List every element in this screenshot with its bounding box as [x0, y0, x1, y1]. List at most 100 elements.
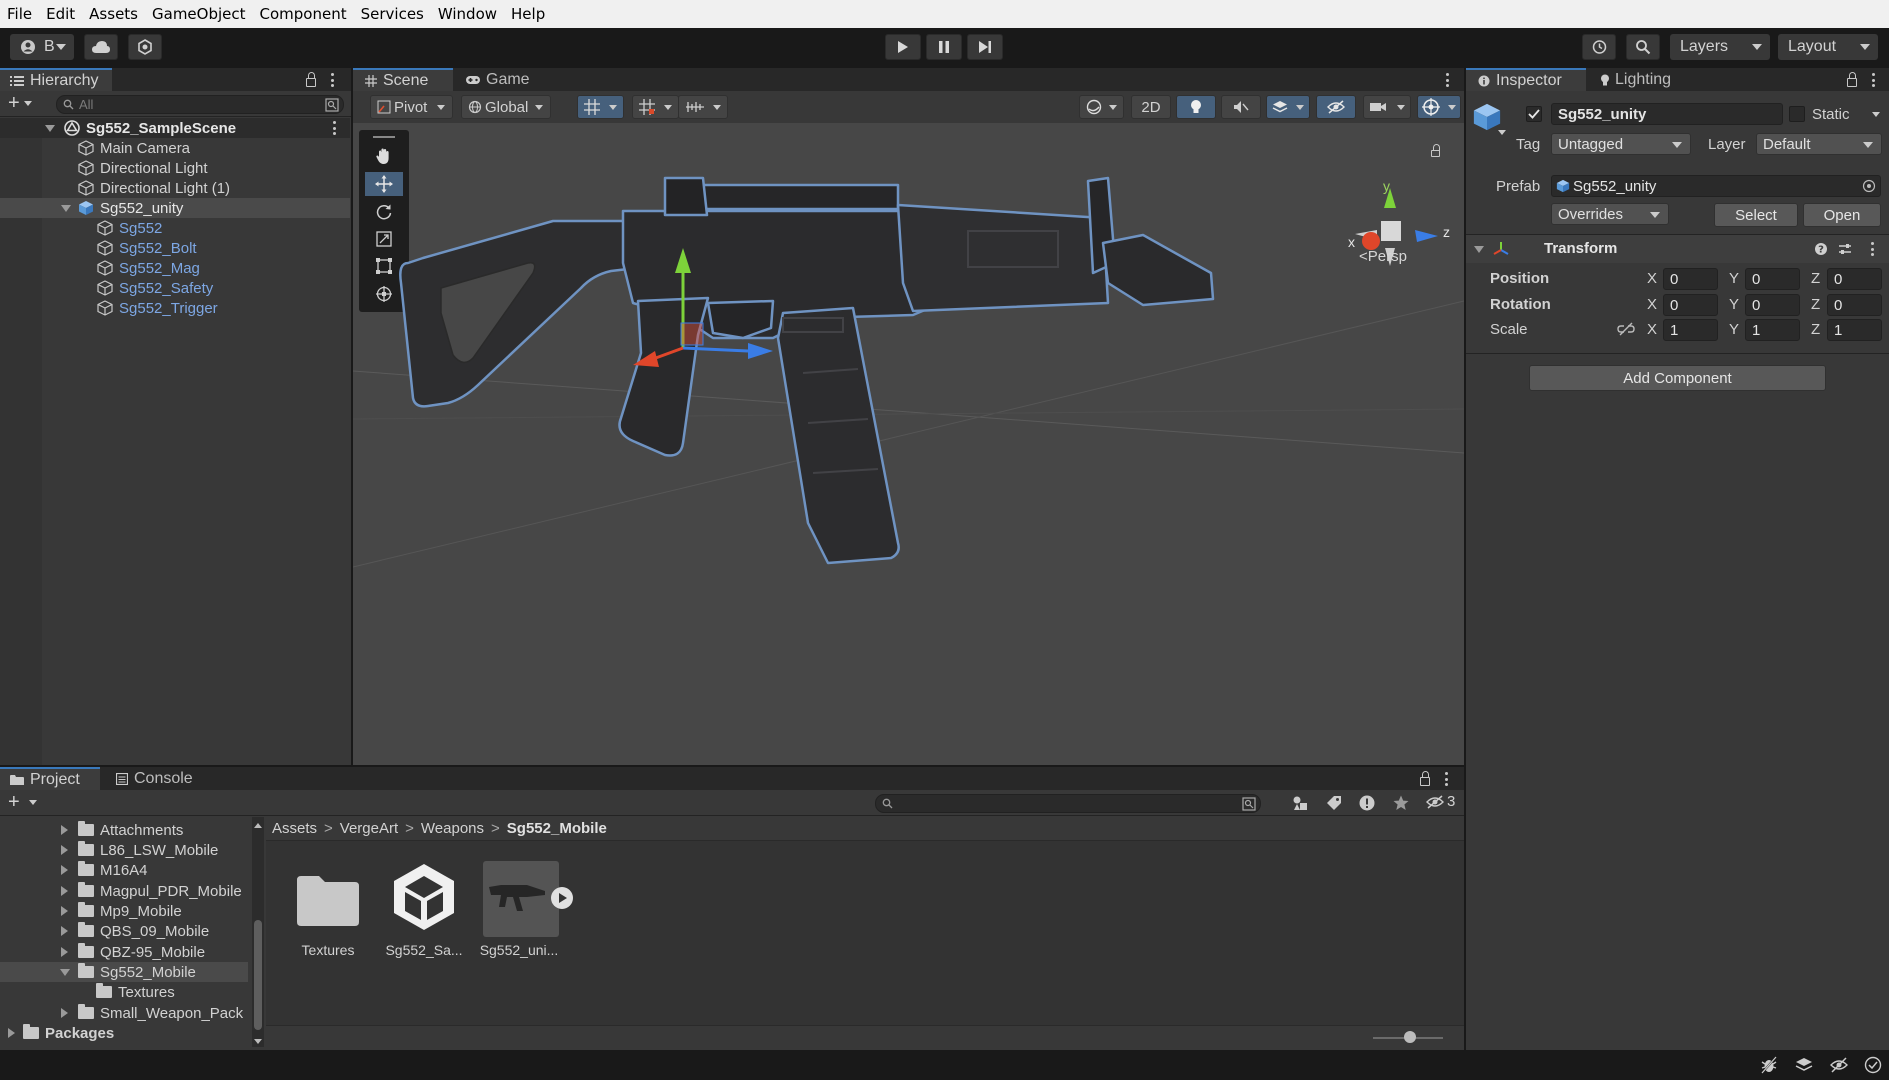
sg552-weapon-model[interactable]	[353, 123, 1464, 765]
position-y-field[interactable]: 0	[1745, 268, 1800, 290]
check-circle-icon[interactable]	[1864, 1056, 1882, 1074]
warning-filter-icon[interactable]	[1359, 795, 1375, 811]
audio-toggle-button[interactable]	[1221, 95, 1261, 119]
filter-by-label-icon[interactable]	[1326, 795, 1342, 811]
search-button[interactable]	[1626, 34, 1660, 60]
gizmo-lock-icon[interactable]	[1431, 144, 1440, 157]
prefab-field[interactable]: Sg552_unity	[1551, 175, 1881, 197]
rotation-y-field[interactable]: 0	[1745, 294, 1800, 316]
more-options-icon[interactable]	[331, 73, 335, 87]
component-options-icon[interactable]	[1871, 242, 1875, 256]
history-button[interactable]	[1582, 34, 1616, 60]
more-options-icon[interactable]	[1445, 772, 1449, 786]
camera-dropdown[interactable]	[1363, 95, 1411, 119]
position-z-field[interactable]: 0	[1827, 268, 1882, 290]
filter-by-type-icon[interactable]	[1292, 795, 1308, 811]
project-search-input[interactable]	[875, 794, 1261, 813]
visibility-toggle-button[interactable]	[1316, 95, 1356, 119]
menu-assets[interactable]: Assets	[82, 5, 145, 23]
cloud-button[interactable]	[84, 34, 118, 60]
expand-arrow-icon[interactable]	[61, 926, 68, 936]
object-name-field[interactable]: Sg552_unity	[1551, 103, 1783, 125]
pivot-dropdown[interactable]: Pivot	[370, 95, 453, 119]
breadcrumb-vergeart[interactable]: VergeArt	[340, 820, 398, 837]
hidden-packages-toggle[interactable]: 3	[1426, 793, 1455, 810]
tree-item-mp9[interactable]: Mp9_Mobile	[61, 901, 182, 921]
expand-arrow-icon[interactable]	[61, 947, 68, 957]
hierarchy-search-input[interactable]: All	[56, 95, 344, 114]
add-dropdown-icon[interactable]	[29, 800, 37, 805]
breadcrumb-sg552-mobile[interactable]: Sg552_Mobile	[507, 820, 607, 837]
layers-dropdown[interactable]: Layers	[1670, 34, 1770, 60]
rotation-x-field[interactable]: 0	[1663, 294, 1718, 316]
tab-inspector[interactable]: Inspector	[1466, 68, 1586, 91]
2d-toggle-button[interactable]: 2D	[1131, 95, 1171, 119]
asset-sg552-scene[interactable]: Sg552_Sa...	[381, 860, 467, 964]
add-dropdown-icon[interactable]	[24, 101, 32, 106]
grid-snap-button[interactable]	[577, 95, 624, 119]
menu-component[interactable]: Component	[253, 5, 354, 23]
tree-item-packages[interactable]: Packages	[8, 1023, 114, 1043]
expand-arrow-icon[interactable]	[60, 969, 70, 976]
asset-sg552-unity-prefab[interactable]: Sg552_uni...	[476, 860, 573, 964]
tab-scene[interactable]: Scene	[353, 68, 453, 91]
zoom-slider-thumb[interactable]	[1404, 1031, 1416, 1043]
menu-window[interactable]: Window	[431, 5, 504, 23]
expand-arrow-icon[interactable]	[61, 1008, 68, 1018]
hierarchy-item-sg552-safety[interactable]: Sg552_Safety	[0, 278, 350, 298]
hierarchy-item-sg552-trigger[interactable]: Sg552_Trigger	[0, 298, 350, 318]
tree-scroll-thumb[interactable]	[254, 920, 262, 1030]
increment-snap-button[interactable]	[632, 95, 679, 119]
scroll-up-icon[interactable]	[254, 823, 262, 828]
menu-edit[interactable]: Edit	[39, 5, 82, 23]
hierarchy-item-directional-light[interactable]: Directional Light	[0, 158, 350, 178]
lock-icon[interactable]	[1847, 72, 1857, 87]
help-icon[interactable]: ?	[1814, 242, 1828, 256]
tab-lighting[interactable]: Lighting	[1600, 68, 1700, 91]
menu-gameobject[interactable]: GameObject	[145, 5, 253, 23]
breadcrumb-weapons[interactable]: Weapons	[421, 820, 484, 837]
menu-help[interactable]: Help	[504, 5, 552, 23]
hierarchy-item-sg552-mag[interactable]: Sg552_Mag	[0, 258, 350, 278]
select-button[interactable]: Select	[1714, 203, 1798, 227]
collab-button[interactable]	[128, 34, 162, 60]
tree-item-qbs09[interactable]: QBS_09_Mobile	[61, 921, 209, 941]
tree-item-attachments[interactable]: Attachments	[61, 820, 183, 840]
active-checkbox[interactable]	[1526, 106, 1542, 122]
search-scope-icon[interactable]	[1242, 797, 1256, 811]
hierarchy-scene-row[interactable]: Sg552_SampleScene	[0, 118, 350, 138]
search-by-type-icon[interactable]	[325, 98, 339, 112]
layout-dropdown[interactable]: Layout	[1778, 34, 1878, 60]
transform-header[interactable]: Transform ?	[1466, 235, 1889, 263]
menu-services[interactable]: Services	[354, 5, 431, 23]
scene-options-icon[interactable]	[1446, 73, 1450, 87]
layers-stack-icon[interactable]	[1795, 1056, 1813, 1074]
tree-item-l86[interactable]: L86_LSW_Mobile	[61, 840, 218, 860]
static-checkbox[interactable]	[1789, 106, 1805, 122]
tab-game[interactable]: Game	[461, 68, 551, 91]
menu-file[interactable]: File	[0, 5, 39, 23]
draw-mode-dropdown[interactable]	[1079, 95, 1124, 119]
scale-y-field[interactable]: 1	[1745, 319, 1800, 341]
effects-dropdown[interactable]	[1266, 95, 1310, 119]
persp-label[interactable]: <Persp	[1359, 248, 1407, 265]
scene-view[interactable]: Scene Game Pivot Global 2D y x z <Persp	[353, 68, 1464, 765]
ruler-snap-button[interactable]	[678, 95, 728, 119]
expand-arrow-icon[interactable]	[61, 825, 68, 835]
step-button[interactable]	[967, 34, 1003, 60]
scale-x-field[interactable]: 1	[1663, 319, 1718, 341]
add-component-button[interactable]: Add Component	[1529, 365, 1826, 391]
position-x-field[interactable]: 0	[1663, 268, 1718, 290]
hierarchy-item-sg552-bolt[interactable]: Sg552_Bolt	[0, 238, 350, 258]
global-dropdown[interactable]: Global	[461, 95, 551, 119]
scene-options-icon[interactable]	[333, 121, 337, 135]
expand-arrow-icon[interactable]	[8, 1028, 15, 1038]
tab-project[interactable]: Project	[0, 767, 100, 790]
add-icon[interactable]: +	[8, 792, 20, 812]
expand-arrow-icon[interactable]	[45, 124, 55, 132]
tree-item-magpul[interactable]: Magpul_PDR_Mobile	[61, 881, 242, 901]
breadcrumb-assets[interactable]: Assets	[272, 820, 317, 837]
hierarchy-item-main-camera[interactable]: Main Camera	[0, 138, 350, 158]
open-button[interactable]: Open	[1803, 203, 1881, 227]
play-button[interactable]	[885, 34, 921, 60]
